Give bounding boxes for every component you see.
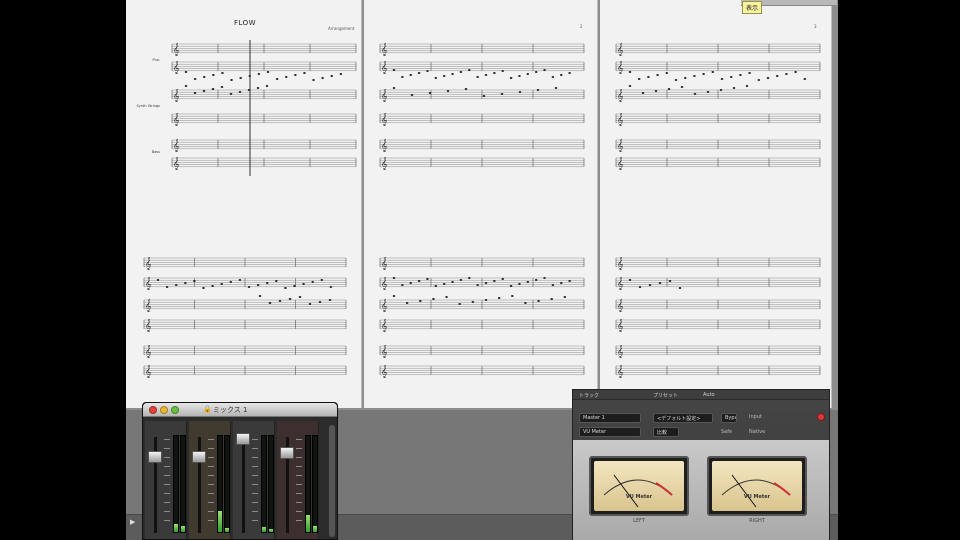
plugin-header: トラック プリセット Auto <box>573 390 829 400</box>
svg-text:𝄞: 𝄞 <box>381 43 388 56</box>
level-meter <box>180 435 186 533</box>
left-channel-label: LEFT <box>633 518 645 524</box>
svg-text:𝄞: 𝄞 <box>145 277 152 290</box>
power-icon[interactable] <box>817 413 825 421</box>
svg-text:𝄞: 𝄞 <box>617 257 624 270</box>
fader-scale <box>252 439 258 529</box>
svg-text:𝄞: 𝄞 <box>381 61 388 74</box>
svg-text:𝄞: 𝄞 <box>381 157 388 170</box>
menu-auto[interactable]: Auto <box>703 392 715 398</box>
svg-text:𝄞: 𝄞 <box>617 299 624 312</box>
mixer-channel-4 <box>277 421 319 539</box>
menu-preset[interactable]: プリセット <box>653 392 678 399</box>
volume-fader[interactable] <box>148 451 162 463</box>
svg-text:𝄞: 𝄞 <box>173 113 180 126</box>
mixer-channel-1 <box>145 421 187 539</box>
svg-text:𝄞: 𝄞 <box>617 139 624 152</box>
safe-label: Safe <box>721 429 733 435</box>
svg-text:𝄞: 𝄞 <box>617 157 624 170</box>
volume-fader[interactable] <box>280 447 294 459</box>
level-meter <box>312 435 318 533</box>
tooltip-badge: 表示 <box>742 1 763 14</box>
close-icon[interactable] <box>149 406 157 414</box>
svg-text:𝄞: 𝄞 <box>145 345 152 358</box>
level-meter <box>224 435 230 533</box>
track-select[interactable]: Master 1 <box>579 413 641 423</box>
svg-text:𝄞: 𝄞 <box>617 43 624 56</box>
fader-scale <box>208 439 214 529</box>
lock-icon: 🔒 <box>203 405 212 413</box>
mixer-scrollbar[interactable] <box>329 425 335 537</box>
level-meter <box>268 435 274 533</box>
svg-text:𝄞: 𝄞 <box>381 89 388 102</box>
fader-scale <box>164 439 170 529</box>
score-view[interactable]: FLOW Arrangement Pno. Synth Strings Bass… <box>126 0 838 410</box>
svg-text:𝄞: 𝄞 <box>381 345 388 358</box>
svg-text:𝄞: 𝄞 <box>381 257 388 270</box>
preset-select[interactable]: <デフォルト設定> <box>653 413 713 423</box>
music-notation: 𝄞 𝄞 𝄞 𝄞 𝄞 𝄞 𝄞 𝄞 𝄞 𝄞 𝄞 𝄞 𝄞 𝄞 𝄞 𝄞 𝄞 𝄞 𝄞 𝄞 𝄞 𝄞 𝄞 𝄞 𝄞 𝄞 𝄞 𝄞 𝄞 𝄞 𝄞 𝄞 𝄞 𝄞 𝄞 𝄞 <box>143 40 821 378</box>
svg-text:𝄞: 𝄞 <box>617 365 624 378</box>
svg-text:𝄞: 𝄞 <box>173 61 180 74</box>
mixer-titlebar[interactable]: 🔒 ミックス 1 <box>143 403 337 417</box>
svg-text:𝄞: 𝄞 <box>381 365 388 378</box>
svg-text:𝄞: 𝄞 <box>145 299 152 312</box>
application-window: FLOW Arrangement Pno. Synth Strings Bass… <box>126 0 838 540</box>
svg-text:𝄞: 𝄞 <box>381 277 388 290</box>
vu-brand: VU Meter <box>743 494 771 500</box>
right-channel-label: RIGHT <box>749 518 765 524</box>
vu-scale <box>721 474 791 508</box>
svg-text:𝄞: 𝄞 <box>381 113 388 126</box>
bypass-button[interactable]: Bypass <box>721 413 737 423</box>
volume-fader[interactable] <box>236 433 250 445</box>
svg-text:𝄞: 𝄞 <box>381 139 388 152</box>
level-meter <box>305 435 311 533</box>
vu-brand: VU Meter <box>625 494 653 500</box>
svg-text:𝄞: 𝄞 <box>617 345 624 358</box>
native-label: Native <box>749 429 766 435</box>
svg-text:𝄞: 𝄞 <box>617 319 624 332</box>
vu-meter-right: VU Meter <box>707 456 807 516</box>
vu-scale <box>603 474 673 508</box>
fader-track <box>242 437 245 533</box>
zoom-icon[interactable] <box>171 406 179 414</box>
svg-text:𝄞: 𝄞 <box>617 61 624 74</box>
mixer-channel-2 <box>189 421 231 539</box>
menu-track[interactable]: トラック <box>579 392 599 399</box>
level-meter <box>173 435 179 533</box>
svg-text:𝄞: 𝄞 <box>617 89 624 102</box>
play-icon[interactable]: ▶ <box>130 518 135 526</box>
svg-text:𝄞: 𝄞 <box>145 365 152 378</box>
compare-button[interactable]: 比較 <box>653 427 679 437</box>
svg-text:𝄞: 𝄞 <box>381 299 388 312</box>
level-meter <box>261 435 267 533</box>
mixer-channel-3 <box>233 421 275 539</box>
vu-meter-left: VU Meter <box>589 456 689 516</box>
vu-meter-plugin-window[interactable]: トラック プリセット Auto Master 1 VU Meter <デフォルト… <box>572 389 830 540</box>
svg-text:𝄞: 𝄞 <box>145 257 152 270</box>
volume-fader[interactable] <box>192 451 206 463</box>
fader-scale <box>296 439 302 529</box>
svg-text:𝄞: 𝄞 <box>173 43 180 56</box>
mixer-window[interactable]: 🔒 ミックス 1 <box>142 402 338 540</box>
svg-text:𝄞: 𝄞 <box>173 157 180 170</box>
svg-text:𝄞: 𝄞 <box>173 139 180 152</box>
svg-text:𝄞: 𝄞 <box>617 277 624 290</box>
mixer-title: ミックス 1 <box>213 406 248 414</box>
svg-text:𝄞: 𝄞 <box>617 113 624 126</box>
svg-text:𝄞: 𝄞 <box>145 319 152 332</box>
svg-text:𝄞: 𝄞 <box>381 319 388 332</box>
minimize-icon[interactable] <box>160 406 168 414</box>
svg-text:𝄞: 𝄞 <box>173 89 180 102</box>
plugin-select[interactable]: VU Meter <box>579 427 641 437</box>
input-label: Input <box>749 414 762 420</box>
level-meter <box>217 435 223 533</box>
